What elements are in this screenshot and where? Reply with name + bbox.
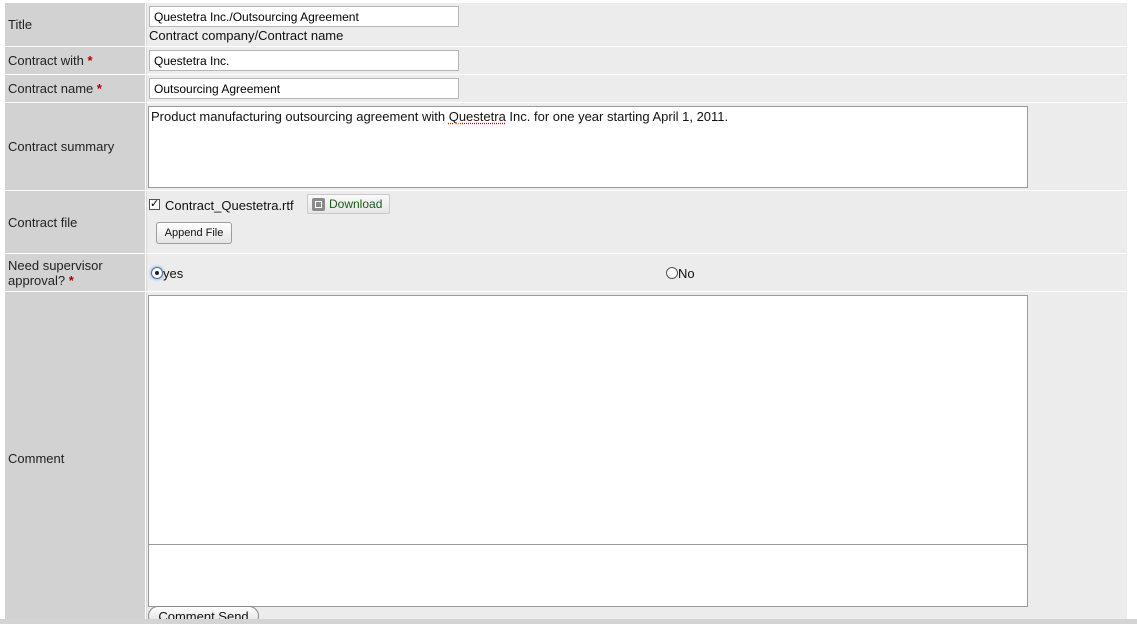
title-label-text: Title <box>8 17 33 32</box>
contract-name-input[interactable]: Outsourcing Agreement <box>149 78 459 99</box>
contract-form: Title Questetra Inc./Outsourcing Agreeme… <box>5 3 1127 624</box>
comment-history-area <box>148 295 1028 545</box>
row-supervisor-approval: Need supervisor approval? * yes No <box>5 254 1127 292</box>
contract-file-label: Contract file <box>5 191 146 253</box>
contract-with-label-text: Contract with <box>8 53 84 68</box>
file-checkbox[interactable]: ✓ <box>149 199 160 210</box>
comment-label-text: Comment <box>8 450 65 466</box>
supervisor-approval-value-cell: yes No <box>147 254 1127 291</box>
row-contract-name: Contract name * Outsourcing Agreement <box>5 75 1127 103</box>
radio-no-label[interactable]: No <box>678 266 695 281</box>
contract-name-label: Contract name * <box>5 75 146 102</box>
contract-summary-label-text: Contract summary <box>8 139 115 154</box>
contract-name-label-text: Contract name <box>8 81 94 96</box>
contract-file-value-cell: ✓ Contract_Questetra.rtf Download Append… <box>147 191 1127 253</box>
radio-yes-label[interactable]: yes <box>163 266 183 281</box>
supervisor-approval-label: Need supervisor approval? * <box>5 254 146 291</box>
comment-input[interactable] <box>148 544 1028 607</box>
row-contract-summary: Contract summary Product manufacturing o… <box>5 103 1127 191</box>
row-contract-file: Contract file ✓ Contract_Questetra.rtf D… <box>5 191 1127 254</box>
radio-yes[interactable] <box>151 267 163 279</box>
row-contract-with: Contract with * Questetra Inc. <box>5 47 1127 75</box>
download-label: Download <box>329 197 383 211</box>
title-input[interactable]: Questetra Inc./Outsourcing Agreement <box>149 6 459 27</box>
contract-summary-label: Contract summary <box>5 103 146 190</box>
contract-with-input[interactable]: Questetra Inc. <box>149 50 459 71</box>
download-icon <box>312 197 325 211</box>
contract-summary-textarea[interactable]: Product manufacturing outsourcing agreem… <box>148 106 1028 188</box>
required-mark: * <box>87 53 93 68</box>
title-hint: Contract company/Contract name <box>149 28 344 43</box>
contract-file-label-text: Contract file <box>8 214 78 230</box>
supervisor-approval-label-text: Need supervisor approval? * <box>8 257 103 288</box>
file-name: Contract_Questetra.rtf <box>165 198 294 213</box>
required-mark: * <box>68 272 74 288</box>
download-button[interactable]: Download <box>307 194 390 214</box>
summary-text: Product manufacturing outsourcing agreem… <box>151 109 449 124</box>
row-title: Title Questetra Inc./Outsourcing Agreeme… <box>5 3 1127 47</box>
append-file-button[interactable]: Append File <box>156 222 232 244</box>
comment-label: Comment <box>5 292 146 624</box>
title-value-cell: Questetra Inc./Outsourcing Agreement Con… <box>147 3 1127 46</box>
title-label: Title <box>5 3 146 46</box>
contract-with-label: Contract with * <box>5 47 146 74</box>
comment-value-cell: Comment Send <box>147 292 1127 624</box>
radio-no[interactable] <box>666 267 678 279</box>
required-mark: * <box>96 81 102 96</box>
summary-misspelled-word: Questetra <box>448 109 506 124</box>
row-comment: Comment Comment Send <box>5 292 1127 624</box>
summary-text-end: Inc. for one year starting April 1, 2011… <box>505 109 729 124</box>
contract-with-value-cell: Questetra Inc. <box>147 47 1127 74</box>
window-bottom-edge <box>0 619 1137 624</box>
contract-summary-value-cell: Product manufacturing outsourcing agreem… <box>147 103 1127 190</box>
contract-name-value-cell: Outsourcing Agreement <box>147 75 1127 102</box>
